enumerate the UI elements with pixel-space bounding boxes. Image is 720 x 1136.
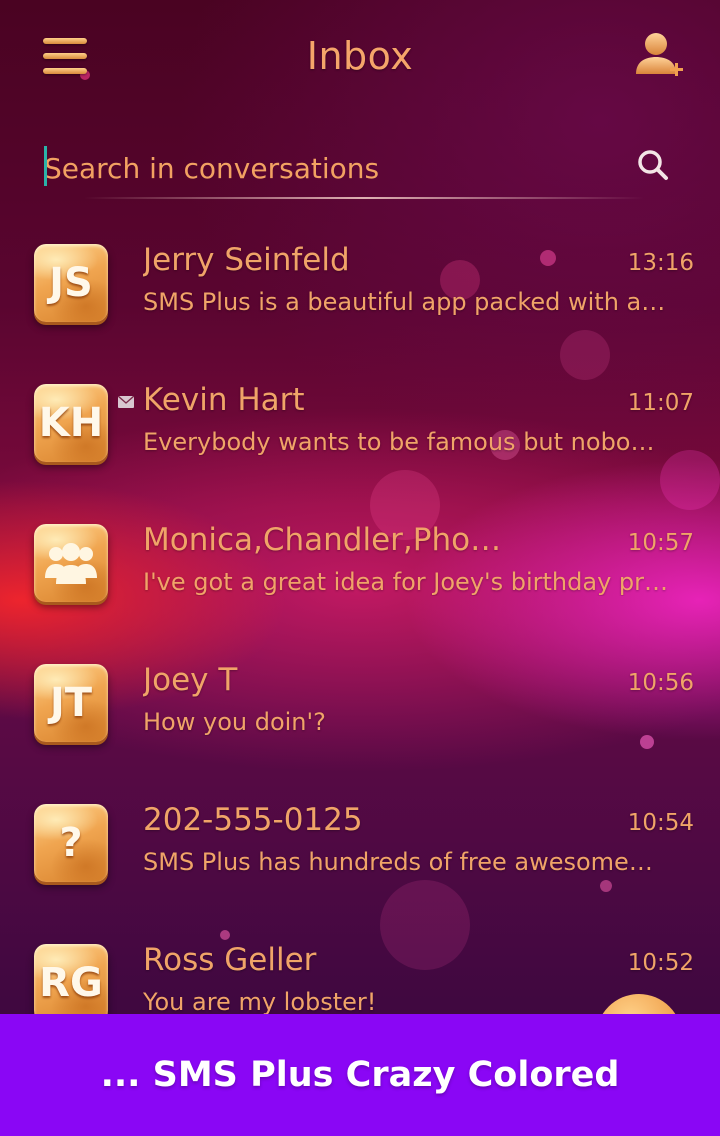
conversation-row[interactable]: JT Joey T 10:56 How you doin'? [0,646,720,786]
conversation-row[interactable]: ? 202-555-0125 10:54 SMS Plus has hundre… [0,786,720,926]
message-preview: SMS Plus is a beautiful app packed with … [143,288,666,316]
contact-name: 202-555-0125 [143,802,363,838]
avatar: ? [34,804,108,882]
group-icon [45,543,97,584]
contact-name: Monica,Chandler,Pho… [143,522,502,558]
contact-name: Joey T [143,662,238,698]
banner-text: ... SMS Plus Crazy Colored [100,1055,620,1095]
conversation-row[interactable]: KH Kevin Hart 11:07 Everybody wants to b… [0,366,720,506]
conversation-row[interactable]: JS Jerry Seinfeld 13:16 SMS Plus is a be… [0,226,720,366]
search-bar [44,140,676,200]
search-icon[interactable] [636,148,670,182]
conversation-row[interactable]: RG Ross Geller 10:52 You are my lobster! [0,926,720,1014]
avatar: RG [34,944,108,1014]
inbox-screen: Inbox Search in conversations JS Jerry S… [0,0,720,1014]
message-time: 11:07 [627,390,694,416]
message-time: 10:56 [627,670,694,696]
contact-name: Kevin Hart [143,382,305,418]
message-time: 13:16 [627,250,694,276]
conversation-row[interactable]: Monica,Chandler,Pho… 10:57 I've got a gr… [0,506,720,646]
message-time: 10:57 [627,530,694,556]
text-cursor [44,146,47,186]
avatar: JT [34,664,108,742]
page-title: Inbox [306,34,414,78]
message-preview: Everybody wants to be famous but nobo… [143,428,655,456]
message-time: 10:52 [627,950,694,976]
message-preview: SMS Plus has hundreds of free awesome… [143,848,653,876]
contact-name: Jerry Seinfeld [143,242,350,278]
message-preview: I've got a great idea for Joey's birthda… [143,568,669,596]
message-preview: How you doin'? [143,708,326,736]
search-input[interactable] [44,146,614,190]
unread-envelope-icon [117,393,135,408]
group-avatar [34,524,108,602]
avatar: JS [34,244,108,322]
message-time: 10:54 [627,810,694,836]
contact-name: Ross Geller [143,942,317,978]
search-underline [84,197,644,199]
avatar: KH [34,384,108,462]
promo-banner: ... SMS Plus Crazy Colored [0,1014,720,1136]
add-contact-icon[interactable] [632,30,686,82]
app-header: Inbox [0,0,720,115]
